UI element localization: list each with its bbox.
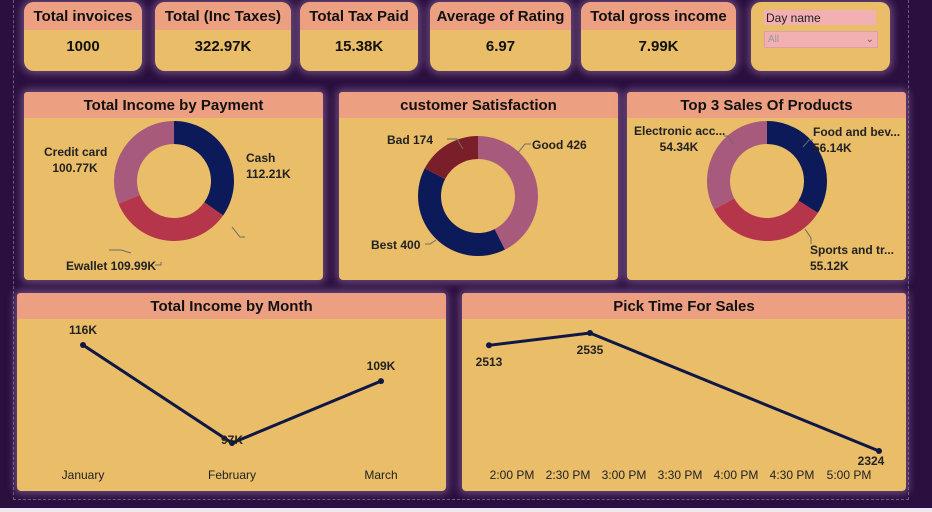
- x-axis-tick: 3:30 PM: [657, 468, 703, 482]
- label-cash-value: 112.21K: [246, 167, 291, 181]
- label-sports-name: Sports and tr...: [810, 243, 895, 257]
- leader-line-credit: [109, 249, 132, 254]
- label-ewallet: Ewallet 109.99K: [66, 259, 157, 273]
- data-label: 2513: [475, 355, 503, 370]
- kpi-value: 322.97K: [194, 38, 252, 55]
- x-axis-tick: 2:30 PM: [545, 468, 591, 482]
- data-label: 116K: [68, 323, 98, 337]
- leader-line-cash: [231, 226, 245, 238]
- data-label: 97K: [220, 433, 243, 447]
- data-label: 2324: [857, 454, 885, 468]
- kpi-title: Average of Rating: [430, 2, 571, 30]
- label-electronic-name: Electronic acc...: [634, 124, 726, 138]
- x-axis-tick: 4:00 PM: [713, 468, 759, 482]
- label-electronic-value: 54.34K: [659, 140, 699, 154]
- x-axis-tick: January: [61, 468, 105, 482]
- donut-slices: [707, 121, 827, 241]
- panel-top-products[interactable]: Top 3 Sales Of Products Food and bev... …: [627, 92, 906, 280]
- label-good: Good 426: [532, 138, 587, 152]
- data-point[interactable]: [378, 378, 384, 385]
- label-credit-name: Credit card: [44, 145, 108, 159]
- series-line: [488, 331, 880, 453]
- label-bad: Bad 174: [387, 133, 434, 147]
- panel-income-by-payment[interactable]: Total Income by Payment Credit card 100.…: [24, 92, 323, 280]
- data-point[interactable]: [486, 342, 492, 349]
- label-credit-value: 100.77K: [52, 161, 98, 175]
- label-food-name: Food and bev...: [813, 125, 901, 139]
- kpi-value: 6.97: [485, 38, 516, 55]
- data-point[interactable]: [587, 330, 593, 336]
- series-line: [82, 343, 382, 445]
- x-axis-tick: February: [207, 468, 257, 482]
- kpi-value: 7.99K: [638, 38, 679, 55]
- line-series: [80, 342, 384, 446]
- payment-donut-chart: [109, 121, 245, 266]
- day-name-dropdown[interactable]: All ⌄: [764, 31, 878, 48]
- kpi-title: Total (Inc Taxes): [155, 2, 291, 30]
- label-cash-name: Cash: [246, 151, 276, 165]
- kpi-card-total-gross-income[interactable]: Total gross income 7.99K: [581, 2, 736, 71]
- kpi-title: Total gross income: [581, 2, 736, 30]
- label-sports-value: 55.12K: [810, 259, 849, 273]
- donut-slice-cash[interactable]: [174, 121, 234, 216]
- chevron-down-icon[interactable]: ⌄: [866, 32, 874, 47]
- kpi-value: 15.38K: [334, 38, 384, 55]
- kpi-card-average-rating[interactable]: Average of Rating 6.97: [430, 2, 571, 71]
- slicer-label: Day name: [764, 10, 876, 25]
- panel-customer-satisfaction[interactable]: customer Satisfaction Good 426 Best 400 …: [339, 92, 618, 280]
- kpi-title: Total Tax Paid: [300, 2, 418, 30]
- panel-income-by-month[interactable]: Total Income by Month 116K 97K 109K January…: [17, 293, 446, 491]
- donut-slices: [418, 136, 538, 257]
- page-tabs-strip: [0, 508, 932, 512]
- leader-line-sports: [804, 228, 812, 244]
- kpi-card-total-tax-paid[interactable]: Total Tax Paid 15.38K: [300, 2, 418, 71]
- x-axis-tick: 5:00 PM: [826, 468, 872, 482]
- dropdown-value: All: [768, 34, 780, 45]
- donut-slices: [114, 121, 234, 241]
- donut-slice-sports-and-tr[interactable]: [714, 198, 818, 241]
- time-line-chart: [486, 330, 882, 454]
- kpi-value: 1000: [66, 38, 100, 55]
- x-axis-tick: 4:30 PM: [769, 468, 815, 482]
- kpi-title: Total invoices: [24, 2, 142, 30]
- donut-slice-credit-card[interactable]: [114, 121, 174, 204]
- kpi-card-total-inc-taxes[interactable]: Total (Inc Taxes) 322.97K: [155, 2, 291, 71]
- data-label: 2535: [576, 343, 604, 357]
- day-name-slicer[interactable]: Day name All ⌄: [751, 2, 890, 71]
- leader-line-best: [425, 239, 437, 245]
- line-series: [486, 330, 882, 454]
- x-axis-tick: 2:00 PM: [489, 468, 535, 482]
- panel-pick-time-for-sales[interactable]: Pick Time For Sales 2513 2535 2324 2:00 PM 2…: [462, 293, 906, 491]
- label-best: Best 400: [371, 238, 421, 252]
- label-food-value: 56.14K: [813, 141, 852, 155]
- x-axis-tick: 3:00 PM: [601, 468, 647, 482]
- x-axis-tick: March: [364, 468, 398, 482]
- data-label: 109K: [366, 359, 396, 374]
- kpi-card-total-invoices[interactable]: Total invoices 1000: [24, 2, 142, 71]
- data-point[interactable]: [80, 342, 86, 348]
